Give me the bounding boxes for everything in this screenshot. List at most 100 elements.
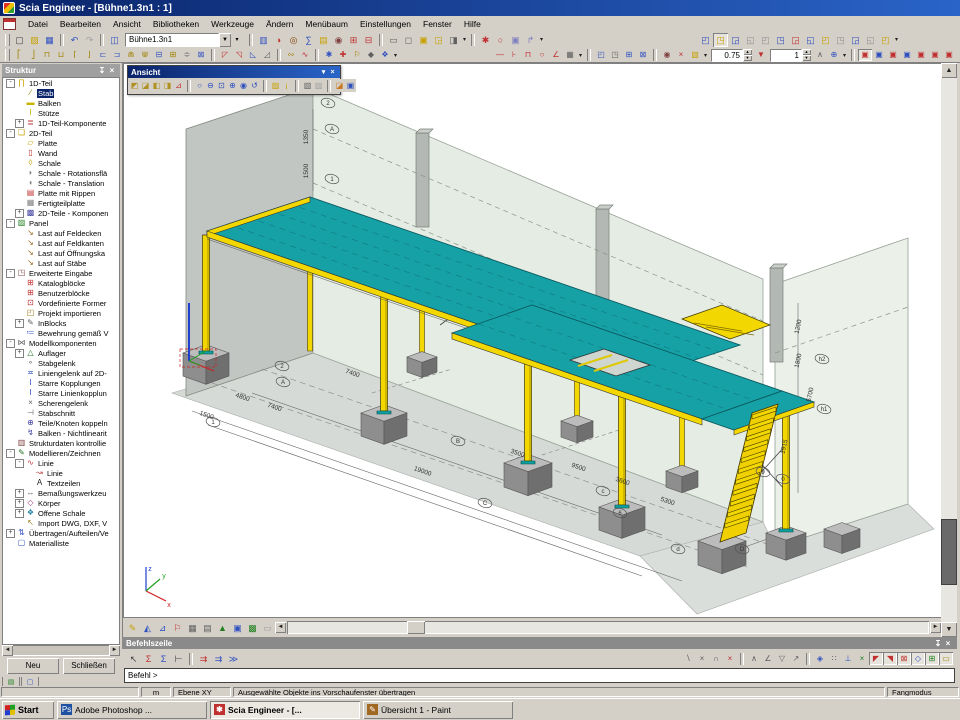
eye-icon[interactable]: ◉ (660, 49, 674, 61)
paste-icon[interactable]: ⊞ (622, 49, 636, 61)
tree-vordefinierte-formen[interactable]: ⊡Vordefinierte Former (3, 298, 119, 308)
snap-orthopoint-icon[interactable]: ◇ (911, 652, 925, 665)
clip-box-icon[interactable]: ◪ (334, 79, 345, 92)
shade-icon[interactable]: ▨ (313, 79, 324, 92)
tree-panel[interactable]: -▨Panel (3, 218, 119, 228)
view-window-5-icon[interactable]: ◰ (758, 33, 773, 47)
pin-icon[interactable]: ↧ (97, 66, 107, 75)
view-window-10-icon[interactable]: ◳ (833, 33, 848, 47)
snap-cross-icon[interactable]: × (695, 652, 709, 665)
tree-stabschnitt[interactable]: ⊣Stabschnitt (3, 408, 119, 418)
copy-multi-icon[interactable]: ◳ (608, 49, 622, 61)
light-icon[interactable]: ¡ (281, 79, 292, 92)
copy-icon[interactable]: ◰ (594, 49, 608, 61)
combobox-dropdown-icon[interactable]: ▼ (219, 33, 231, 47)
collapse-icon[interactable]: - (6, 449, 15, 458)
folder-open-icon-caret[interactable]: ▾ (702, 52, 709, 59)
toolbar-handle[interactable] (5, 34, 10, 46)
snap-endpoint-icon[interactable]: ◤ (869, 652, 883, 665)
tree-last-feldecken[interactable]: ↘Last auf Feldecken (3, 228, 119, 238)
mesh-tool-icon[interactable]: ⊞ (166, 49, 180, 61)
renumber-6-icon[interactable]: ▣ (928, 49, 942, 61)
star-tool-icon[interactable]: ✱ (322, 49, 336, 61)
scroll-left-icon[interactable]: ◄ (2, 645, 13, 656)
collapse-icon[interactable]: - (6, 269, 15, 278)
surface-display-icon[interactable]: ⊿ (155, 621, 170, 635)
tree-materialliste[interactable]: ▢Materialliste (3, 538, 119, 548)
project-window-icon[interactable]: ◫ (107, 33, 122, 47)
view-window-9-icon[interactable]: ◰ (818, 33, 833, 47)
collapse-icon[interactable]: - (6, 79, 15, 88)
point-support-icon[interactable]: ⎡ (12, 49, 26, 61)
command-input[interactable]: Befehl > (124, 668, 955, 683)
menu-werkzeuge[interactable]: Werkzeuge (205, 17, 260, 31)
tree-offene-schale[interactable]: +❖Offene Schale (3, 508, 119, 518)
tree-2d-komponente[interactable]: +▩2D-Teile - Komponen (3, 208, 119, 218)
tree-balken-nichtlinear[interactable]: ↯Balken - Nichtlinearit (3, 428, 119, 438)
node-grid-icon[interactable]: ⊟ (152, 49, 166, 61)
block-tool-icon-caret[interactable]: ▾ (392, 52, 399, 59)
tree-linie-gruppe[interactable]: -∿Linie (3, 458, 119, 468)
snap-triangle-icon[interactable]: ▽ (775, 652, 789, 665)
copy-step-icon[interactable]: ⇉ (211, 652, 226, 666)
redo-icon[interactable]: ↷ (82, 33, 97, 47)
zoom-in-icon[interactable]: ⊕ (227, 79, 238, 92)
mass-group-icon[interactable]: ◎ (286, 33, 301, 47)
menu-datei[interactable]: Datei (22, 17, 54, 31)
zoom-previous-icon[interactable]: ↺ (249, 79, 260, 92)
plate-tool-icon[interactable]: ⊏ (96, 49, 110, 61)
scale-spinner[interactable]: 0.75 ▲▼ (711, 49, 752, 62)
expand-icon[interactable]: + (15, 489, 24, 498)
combobox-split-caret[interactable]: ▾ (231, 33, 243, 47)
dimension-line-icon[interactable]: ⊦ (507, 49, 521, 61)
block-tool-icon[interactable]: ❖ (378, 49, 392, 61)
frame-brace-icon[interactable]: ◹ (232, 49, 246, 61)
perpendicular-icon[interactable]: ⊢ (171, 652, 186, 666)
cross-tool-icon[interactable]: ✚ (336, 49, 350, 61)
view-top-icon[interactable]: ◩ (129, 79, 140, 92)
grid-brace-icon[interactable]: ◿ (260, 49, 274, 61)
zoom-window-icon[interactable]: ⊡ (216, 79, 227, 92)
viewport-scroll-up-icon[interactable]: ▲ (941, 63, 957, 78)
printer-icon[interactable]: ▭ (386, 33, 401, 47)
snap-ortho-icon[interactable]: ⊥ (841, 652, 855, 665)
expand-icon[interactable]: + (15, 509, 24, 518)
count-spinner-value[interactable]: 1 (770, 49, 802, 62)
neu-button[interactable]: Neu (7, 658, 59, 674)
tree-last-staebe[interactable]: ↘Last auf Stäbe (3, 258, 119, 268)
snap-slope-icon[interactable]: ∠ (761, 652, 775, 665)
collapse-icon[interactable]: - (15, 459, 24, 468)
delete-icon[interactable]: ⊠ (636, 49, 650, 61)
view-window-3-icon[interactable]: ◲ (728, 33, 743, 47)
snap-intersection-icon[interactable]: ⊠ (897, 652, 911, 665)
sum-members-icon[interactable]: Σ (156, 652, 171, 666)
angle-snap-icon[interactable]: ∧ (813, 49, 827, 61)
draw-marker-icon[interactable]: ✎ (125, 621, 140, 635)
tree-platte-rippen[interactable]: ▤Platte mit Rippen (3, 188, 119, 198)
viewport-hscrollbar[interactable] (287, 621, 929, 634)
befehlszeile-close-icon[interactable]: × (943, 639, 953, 648)
project-combobox-value[interactable]: Bühne1.3n1 (125, 33, 219, 47)
rectangle-icon[interactable]: ⊓ (521, 49, 535, 61)
layer-display-icon[interactable]: ▩ (245, 621, 260, 635)
tree-import-dwg[interactable]: ↖Import DWG, DXF, V (3, 518, 119, 528)
table-results-icon[interactable]: ⊟ (361, 33, 376, 47)
print-preview-icon[interactable]: ◻ (401, 33, 416, 47)
ansicht-title-bar[interactable]: Ansicht ▾ × (128, 66, 340, 78)
snap-line-icon[interactable]: ∖ (681, 652, 695, 665)
tree-projekt-importieren[interactable]: ◰Projekt importieren (3, 308, 119, 318)
pointer-icon[interactable]: ↖ (126, 652, 141, 666)
view-window-7-icon[interactable]: ◲ (788, 33, 803, 47)
snap-cursor-icon[interactable]: ◈ (813, 652, 827, 665)
zoom-all-icon[interactable]: ○ (194, 79, 205, 92)
snap-length-icon[interactable]: ▭ (939, 652, 953, 665)
snap-peak-icon[interactable]: ∧ (747, 652, 761, 665)
tree-platte[interactable]: ▱Platte (3, 138, 119, 148)
view-window-13-icon-caret[interactable]: ▾ (893, 36, 900, 43)
line-thick-icon[interactable]: — (493, 49, 507, 61)
open-icon[interactable]: ▨ (27, 33, 42, 47)
view-window-11-icon[interactable]: ◲ (848, 33, 863, 47)
tree-stuetze[interactable]: IStütze (3, 108, 119, 118)
tree-starre-kopplungen[interactable]: IStarre Kopplungen (3, 378, 119, 388)
collapse-icon[interactable]: - (6, 219, 15, 228)
